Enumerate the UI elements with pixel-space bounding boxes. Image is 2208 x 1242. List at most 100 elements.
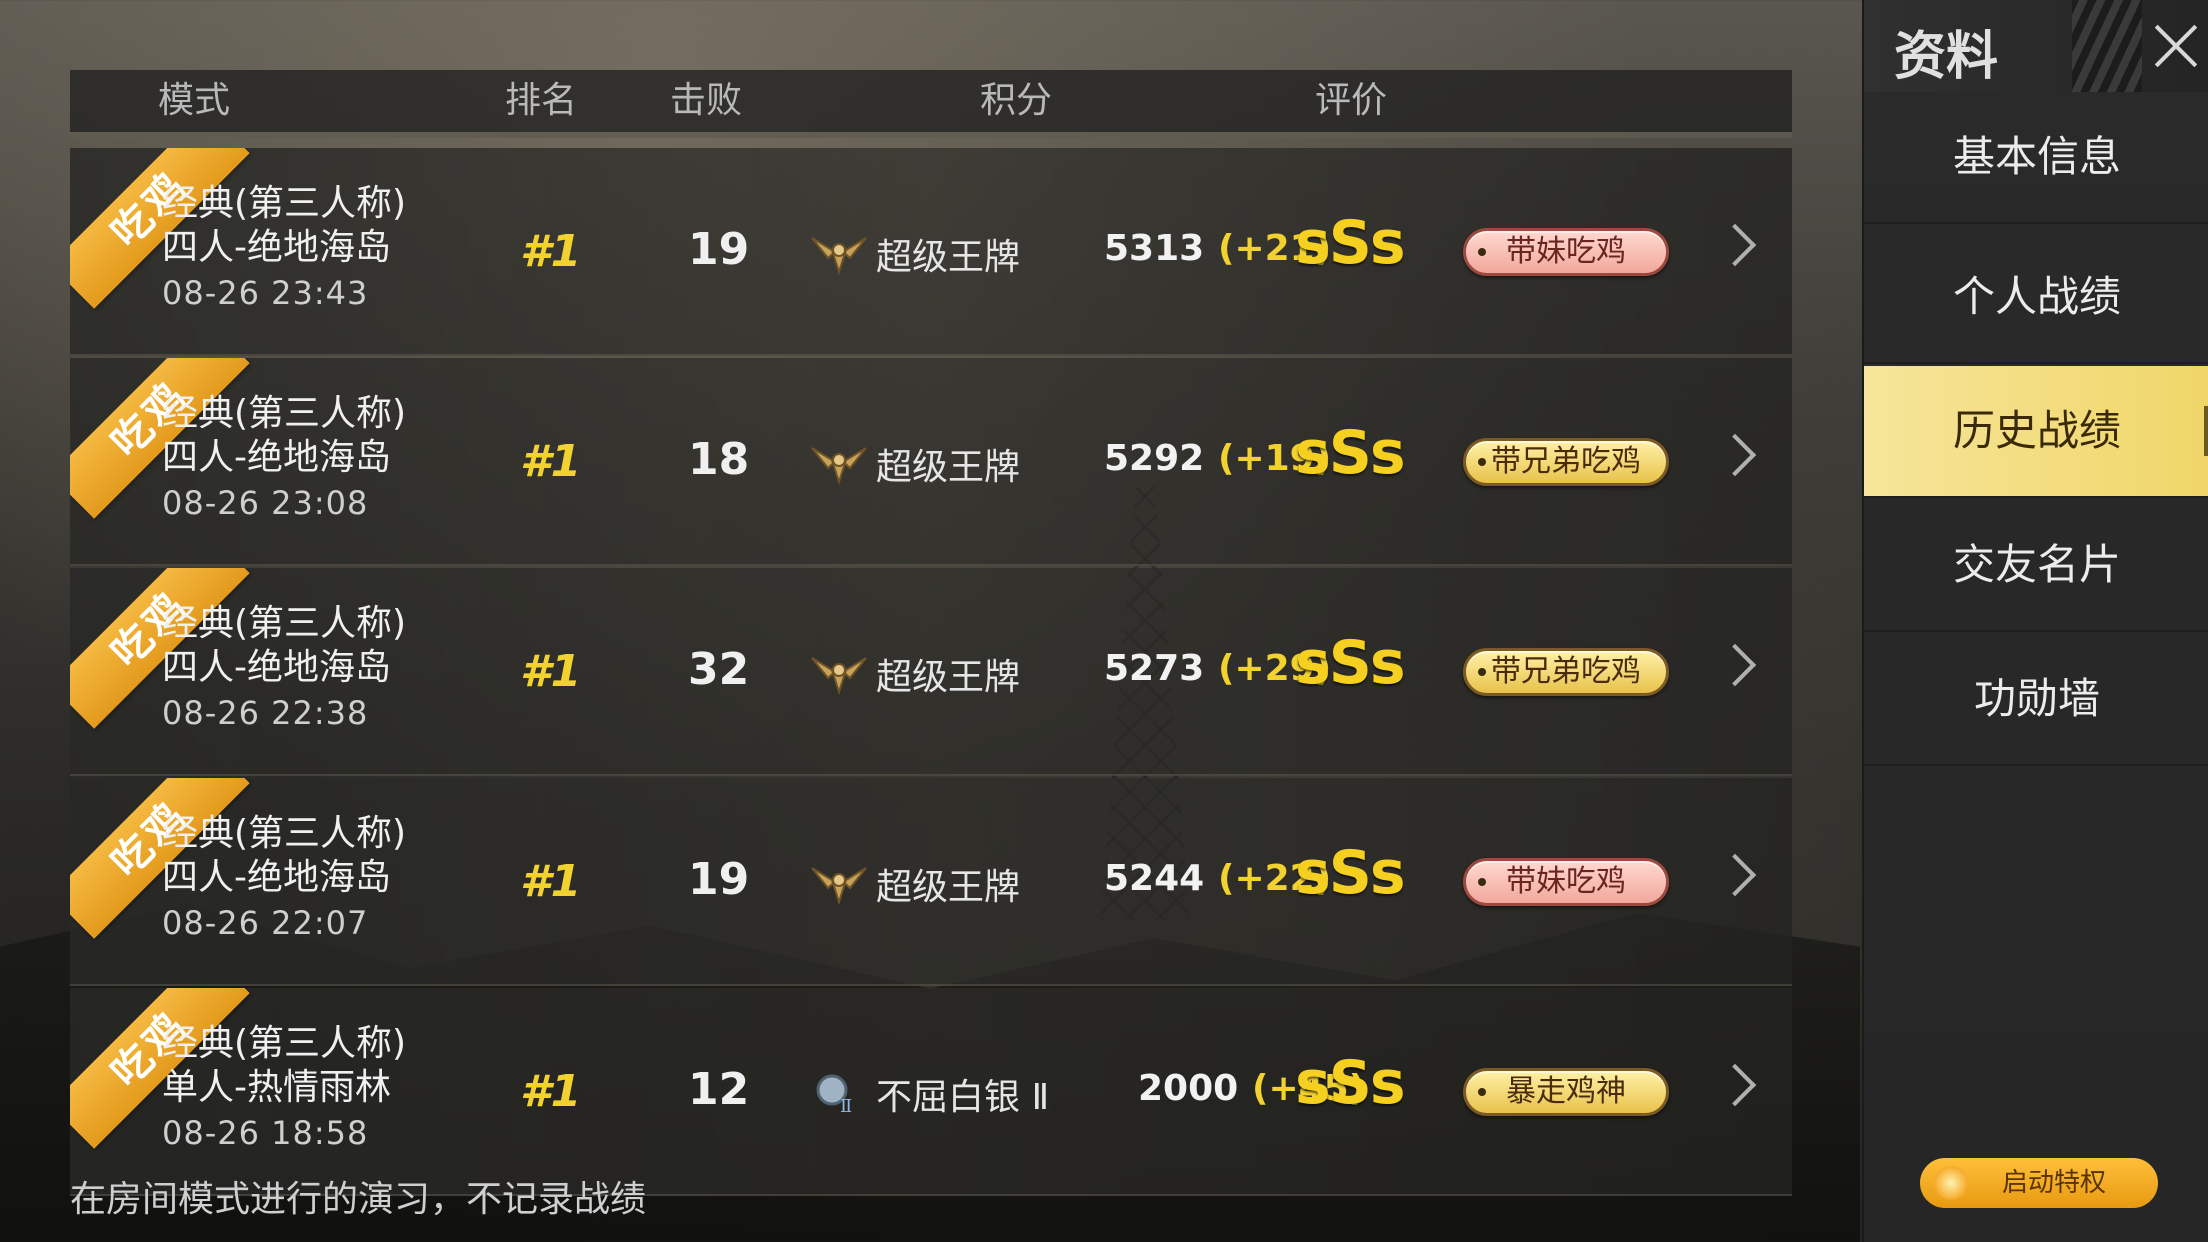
badge-label: 带妹吃鸡 [1506,234,1626,269]
kills-value: 19 [688,854,750,905]
mode-map: 四人-绝地海岛 [162,647,391,688]
mode-text: 经典(第三人称) 单人-热情雨林 [162,1022,406,1110]
mode-perspective: 经典(第三人称) [162,1023,407,1064]
header-rating: 评价 [1315,80,1388,121]
score-value: 2000 [1138,1068,1239,1109]
kills-value: 19 [688,224,750,275]
mode-text: 经典(第三人称) 四人-绝地海岛 [162,182,406,270]
chevron-right-icon[interactable] [1713,643,1757,687]
chevron-right-icon[interactable] [1713,1063,1757,1107]
table-row[interactable]: 吃鸡 经典(第三人称) 单人-热情雨林 08-26 18:58 #1 12 Ⅱ 不屈白银 Ⅱ2… [70,988,1792,1196]
kills-value: 12 [688,1064,750,1115]
chevron-right-icon[interactable] [1713,433,1757,477]
table-body: 吃鸡 经典(第三人称) 四人-绝地海岛 08-26 23:43 #1 19 超级王牌 5313… [70,148,1792,1196]
rank-value: #1 [520,1066,582,1117]
mode-text: 经典(第三人称) 四人-绝地海岛 [162,392,406,480]
kills-value: 18 [688,434,750,485]
score-value: 5313 [1104,228,1205,269]
tier-name: 不屈白银 Ⅱ [876,1077,1050,1118]
mode-perspective: 经典(第三人称) [162,603,407,644]
badge-dot [1478,668,1486,676]
table-header: 模式 排名 击败 积分 评价 [70,70,1792,138]
mode-map: 四人-绝地海岛 [162,227,391,268]
profile-sidebar: 资料 基本信息 个人战绩 历史战绩 交友名片 功勋墙 启动特权 [1862,0,2208,1242]
badge-label: 带兄弟吃鸡 [1491,654,1641,689]
table-row[interactable]: 吃鸡 经典(第三人称) 四人-绝地海岛 08-26 23:43 #1 19 超级王牌 5313… [70,148,1792,356]
mode-text: 经典(第三人称) 四人-绝地海岛 [162,602,406,690]
ace-tier-icon [810,648,868,696]
mode-map: 四人-绝地海岛 [162,857,391,898]
rating-sss: sSs [1295,838,1406,908]
match-time: 08-26 22:38 [162,694,369,732]
rank-value: #1 [520,226,582,277]
close-icon[interactable] [2132,0,2208,92]
sidebar-item-friend-card[interactable]: 交友名片 [1864,500,2208,632]
sidebar-item-personal-stats[interactable]: 个人战绩 [1864,232,2208,364]
rating-text: sSs [1295,838,1406,908]
badge-label: 带兄弟吃鸡 [1491,444,1641,479]
title-badge: 带兄弟吃鸡 [1463,648,1669,696]
rating-sss: sSs [1295,418,1406,488]
tier-name: 超级王牌 [876,447,1021,488]
footer-note: 在房间模式进行的演习，不记录战绩 [70,1179,647,1220]
table-row[interactable]: 吃鸡 经典(第三人称) 四人-绝地海岛 08-26 23:08 #1 18 超级王牌 5292… [70,358,1792,566]
header-rank: 排名 [505,80,578,121]
rating-text: sSs [1295,418,1406,488]
title-badge: 带妹吃鸡 [1463,228,1669,276]
header-score: 积分 [980,80,1053,121]
rating-sss: sSs [1295,208,1406,278]
sidebar-item-basic-info[interactable]: 基本信息 [1864,92,2208,224]
table-row[interactable]: 吃鸡 经典(第三人称) 四人-绝地海岛 08-26 22:07 #1 19 超级王牌 5244… [70,778,1792,986]
rank-value: #1 [520,646,582,697]
rank-value: #1 [520,856,582,907]
badge-dot [1478,248,1486,256]
title-badge: 带兄弟吃鸡 [1463,438,1669,486]
ace-tier-icon [810,858,868,906]
rating-sss: sSs [1295,628,1406,698]
tier-name: 超级王牌 [876,237,1021,278]
rating-text: sSs [1295,628,1406,698]
title-badge: 暴走鸡神 [1463,1068,1669,1116]
header-mode: 模式 [158,80,231,121]
ace-tier-icon [810,438,868,486]
table-row[interactable]: 吃鸡 经典(第三人称) 四人-绝地海岛 08-26 22:38 #1 32 超级王牌 5273… [70,568,1792,776]
privilege-button[interactable]: 启动特权 [1920,1158,2158,1208]
ace-tier-icon [810,228,868,276]
match-time: 08-26 22:07 [162,904,369,942]
badge-label: 暴走鸡神 [1506,1074,1626,1109]
score-value: 5292 [1104,438,1205,479]
match-history-table: 模式 排名 击败 积分 评价 吃鸡 经典(第三人称) 四人-绝地海岛 08-26 23… [70,70,1792,1196]
match-time: 08-26 18:58 [162,1114,369,1152]
mode-perspective: 经典(第三人称) [162,393,407,434]
mode-perspective: 经典(第三人称) [162,183,407,224]
tier-name: 超级王牌 [876,867,1021,908]
rating-text: sSs [1295,1048,1406,1118]
kills-value: 32 [688,644,750,695]
score-value: 5244 [1104,858,1205,899]
chevron-right-icon[interactable] [1713,223,1757,267]
mode-map: 单人-热情雨林 [162,1067,391,1108]
match-time: 08-26 23:08 [162,484,369,522]
privilege-label: 启动特权 [2001,1168,2106,1198]
score-value: 5273 [1104,648,1205,689]
badge-dot [1478,458,1486,466]
rank-value: #1 [520,436,582,487]
sidebar-title: 资料 [1894,27,1999,87]
title-badge: 带妹吃鸡 [1463,858,1669,906]
rating-text: sSs [1295,208,1406,278]
chevron-right-icon[interactable] [1713,853,1757,897]
sidebar-item-match-history[interactable]: 历史战绩 [1864,366,2208,498]
mode-map: 四人-绝地海岛 [162,437,391,478]
badge-label: 带妹吃鸡 [1506,864,1626,899]
header-kills: 击败 [670,80,743,121]
sidebar-item-achievement-wall[interactable]: 功勋墙 [1864,634,2208,766]
tier-name: 超级王牌 [876,657,1021,698]
rating-sss: sSs [1295,1048,1406,1118]
badge-dot [1478,1088,1486,1096]
sidebar-header: 资料 [1864,0,2208,92]
match-time: 08-26 23:43 [162,274,369,312]
svg-text:Ⅱ: Ⅱ [840,1096,852,1116]
privilege-icon [1934,1166,1968,1200]
mode-text: 经典(第三人称) 四人-绝地海岛 [162,812,406,900]
mode-perspective: 经典(第三人称) [162,813,407,854]
